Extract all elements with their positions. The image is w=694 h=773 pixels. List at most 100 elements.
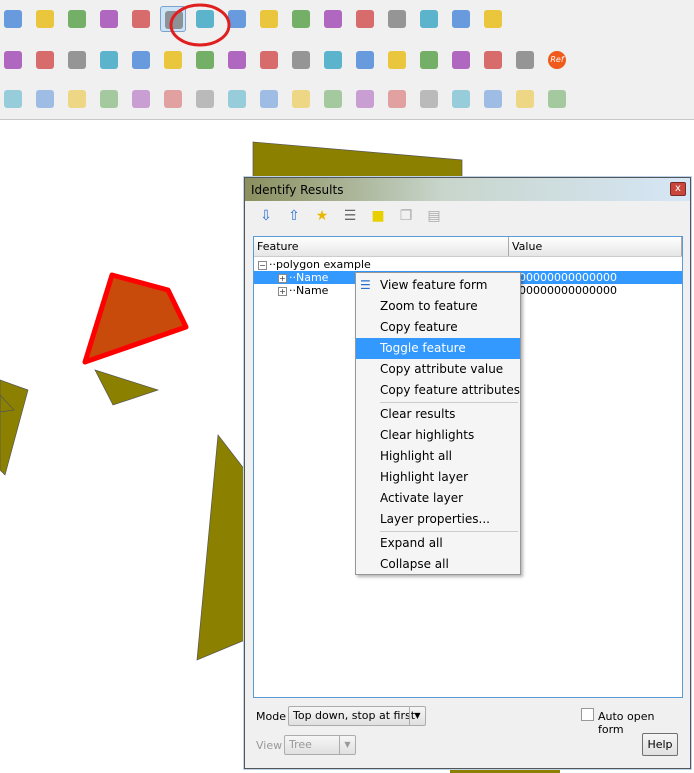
raster-calc-icon[interactable]	[480, 86, 506, 112]
menu-item-highlight-layer[interactable]: Highlight layer	[356, 467, 520, 488]
label-change-icon[interactable]	[192, 47, 218, 73]
cloud-glyph	[356, 51, 374, 69]
merge-icon[interactable]	[352, 86, 378, 112]
refresh-icon[interactable]	[128, 6, 154, 32]
node-icon[interactable]	[0, 86, 26, 112]
python-icon[interactable]	[448, 47, 474, 73]
deselect-glyph	[292, 10, 310, 28]
menu-item-copy-feature[interactable]: Copy feature	[356, 317, 520, 338]
polygon-feature[interactable]	[94, 369, 160, 406]
label-rotate-icon[interactable]	[160, 47, 186, 73]
terrain-icon[interactable]	[512, 47, 538, 73]
selected-polygon-feature[interactable]	[82, 272, 189, 365]
merge-attrs-icon[interactable]	[384, 86, 410, 112]
reshape-icon[interactable]	[96, 86, 122, 112]
vertex-icon[interactable]	[256, 47, 282, 73]
statistics-icon[interactable]	[352, 6, 378, 32]
expression-select-icon[interactable]	[256, 6, 282, 32]
menu-item-copy-attribute-value[interactable]: Copy attribute value	[356, 359, 520, 380]
offset-icon[interactable]	[128, 86, 154, 112]
split-glyph	[36, 90, 54, 108]
label-icon[interactable]	[32, 47, 58, 73]
tree-layer-node[interactable]: − ··polygon example	[258, 258, 371, 271]
menu-item-zoom-to-feature[interactable]: Zoom to feature	[356, 296, 520, 317]
grid-icon[interactable]	[416, 86, 442, 112]
collapse-tree-icon[interactable]: ⇧	[285, 207, 303, 225]
text-annotation-glyph	[484, 10, 502, 28]
delete-part-icon[interactable]	[320, 86, 346, 112]
zoom-last-icon[interactable]	[32, 6, 58, 32]
ref-icon[interactable]: Ref	[544, 47, 570, 73]
menu-item-highlight-all[interactable]: Highlight all	[356, 446, 520, 467]
menu-item-clear-highlights[interactable]: Clear highlights	[356, 425, 520, 446]
toolbar-row-1	[0, 0, 694, 38]
annotation-icon[interactable]	[448, 6, 474, 32]
column-value[interactable]: Value	[509, 237, 682, 256]
view-select[interactable]: Tree ▼	[284, 735, 356, 755]
measure-line-icon[interactable]	[416, 6, 442, 32]
globe-icon[interactable]	[416, 47, 442, 73]
zoom-grid-icon[interactable]	[544, 86, 570, 112]
collapse-icon[interactable]: −	[258, 260, 267, 270]
new-bookmark-icon[interactable]	[64, 6, 90, 32]
view-list-icon[interactable]: ☰	[341, 207, 359, 225]
close-button[interactable]: x	[670, 182, 686, 196]
label-pin-icon[interactable]	[64, 47, 90, 73]
cloud-icon[interactable]	[352, 47, 378, 73]
clear-highlight-icon[interactable]: ■	[369, 207, 387, 225]
identify-features-icon[interactable]	[160, 6, 186, 32]
plugin-icon[interactable]	[320, 47, 346, 73]
add-ring-icon[interactable]	[192, 86, 218, 112]
column-feature[interactable]: Feature	[254, 237, 509, 256]
expand-new-icon[interactable]: ★	[313, 207, 331, 225]
menu-item-collapse-all[interactable]: Collapse all	[356, 554, 520, 575]
undo-icon[interactable]	[480, 47, 506, 73]
show-bookmarks-icon[interactable]	[96, 6, 122, 32]
polygon-feature[interactable]	[196, 434, 246, 661]
menu-item-toggle-feature-selection[interactable]: Toggle feature selection	[356, 338, 520, 376]
fill-ring-glyph	[260, 90, 278, 108]
raster-icon[interactable]	[288, 47, 314, 73]
deselect-icon[interactable]	[288, 6, 314, 32]
text-annotation-icon[interactable]	[480, 6, 506, 32]
select-features-icon[interactable]	[224, 6, 250, 32]
auto-open-checkbox[interactable]	[581, 708, 594, 721]
raster-calc-glyph	[484, 90, 502, 108]
menu-item-copy-feature-attributes[interactable]: Copy feature attributes	[356, 380, 520, 401]
sum-icon[interactable]	[384, 6, 410, 32]
database-icon[interactable]	[384, 47, 410, 73]
expand-icon[interactable]: +	[278, 273, 287, 283]
digitize-icon[interactable]	[224, 47, 250, 73]
expand-tree-icon[interactable]: ⇩	[257, 207, 275, 225]
mode-select[interactable]: Top down, stop at first ▼	[288, 706, 426, 726]
dialog-toolbar: ⇩ ⇧ ★ ☰ ■ ❐ ▤	[257, 207, 443, 225]
fill-ring-icon[interactable]	[256, 86, 282, 112]
label-move-icon[interactable]	[128, 47, 154, 73]
measure-icon[interactable]	[192, 6, 218, 32]
polygon-feature[interactable]	[0, 379, 29, 476]
polygon-feature[interactable]	[252, 141, 463, 179]
label-show-icon[interactable]	[96, 47, 122, 73]
layer-style-icon[interactable]	[0, 47, 26, 73]
expression-select-glyph	[260, 10, 278, 28]
simplify-icon[interactable]	[160, 86, 186, 112]
statistics-glyph	[356, 10, 374, 28]
menu-item-view-feature-form[interactable]: View feature form ☰	[356, 275, 520, 296]
menu-item-layer-properties[interactable]: Layer properties...	[356, 509, 520, 530]
menu-item-expand-all[interactable]: Expand all	[356, 533, 520, 554]
add-part-icon[interactable]	[224, 86, 250, 112]
copy-icon[interactable]: ❐	[397, 207, 415, 225]
rotate-icon[interactable]	[64, 86, 90, 112]
point-icon[interactable]	[448, 86, 474, 112]
label-pin-glyph	[68, 51, 86, 69]
split-icon[interactable]	[32, 86, 58, 112]
menu-item-clear-results[interactable]: Clear results	[356, 404, 520, 425]
expand-icon[interactable]: +	[278, 286, 287, 296]
attribute-table-icon[interactable]	[320, 6, 346, 32]
sum-raster-icon[interactable]	[512, 86, 538, 112]
help-button[interactable]: Help	[642, 733, 678, 756]
delete-ring-icon[interactable]	[288, 86, 314, 112]
zoom-out-icon[interactable]	[0, 6, 26, 32]
print-icon[interactable]: ▤	[425, 207, 443, 225]
menu-item-activate-layer[interactable]: Activate layer	[356, 488, 520, 509]
